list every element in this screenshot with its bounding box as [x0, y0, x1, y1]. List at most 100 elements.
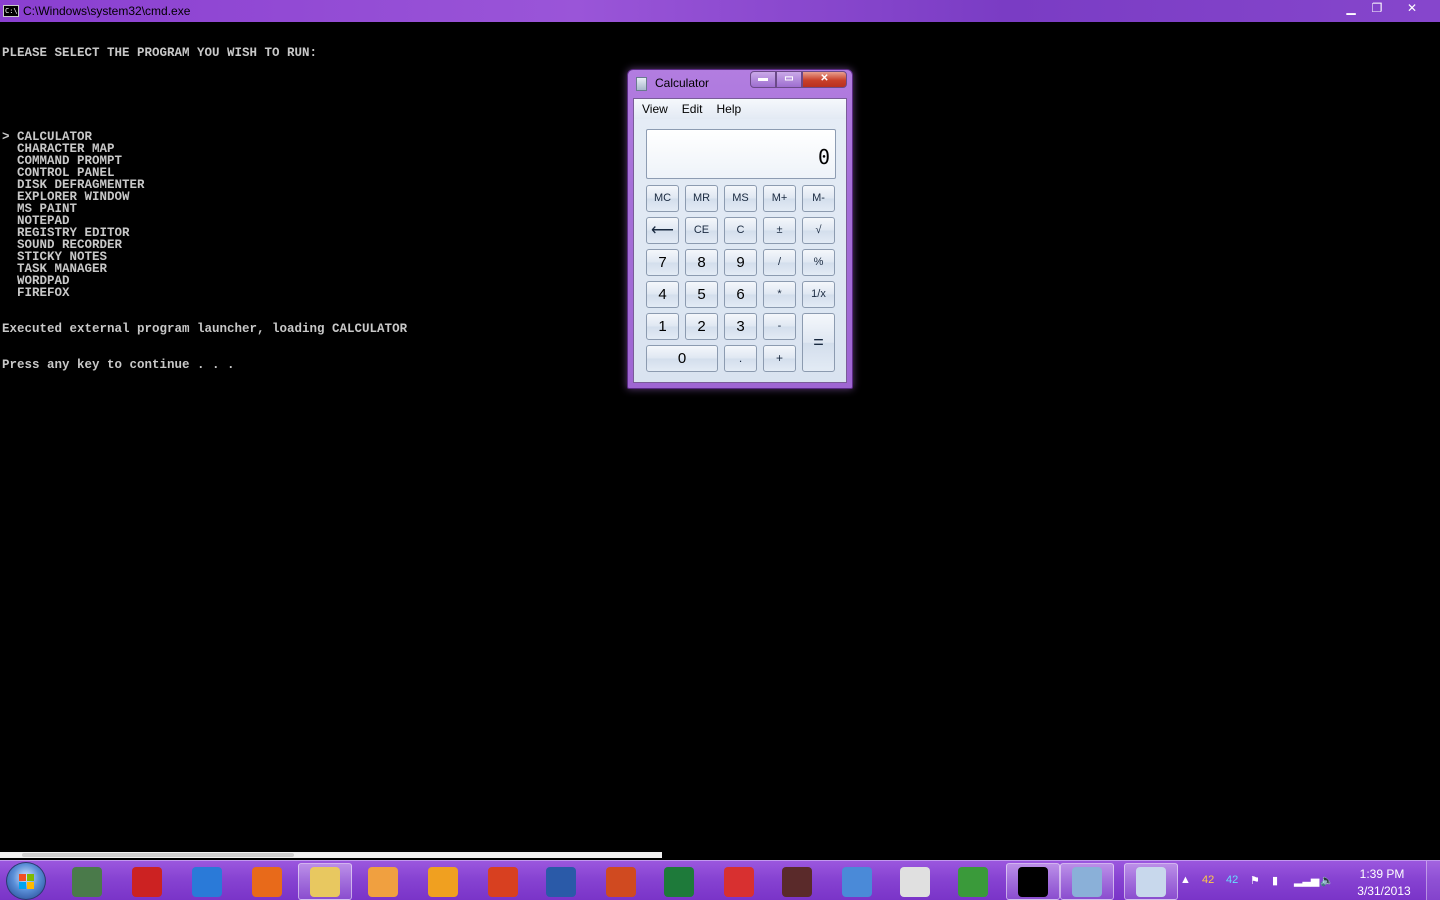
digit-9-button[interactable]: 9	[724, 249, 757, 276]
excel-icon	[664, 866, 694, 897]
calculator-title: Calculator	[655, 76, 710, 90]
paint-icon	[1072, 866, 1102, 897]
start-button[interactable]	[6, 862, 46, 900]
media-player-icon	[368, 866, 398, 897]
firefox-icon	[252, 866, 282, 897]
taskbar-item-system-monitor[interactable]	[60, 863, 114, 900]
taskbar-item-user-app[interactable]	[830, 863, 884, 900]
ce-button[interactable]: CE	[685, 217, 718, 244]
calculator-maximize-button[interactable]: ▭	[776, 71, 802, 88]
join-me-icon	[428, 866, 458, 897]
show-desktop-button[interactable]	[1426, 861, 1440, 900]
digit-5-button[interactable]: 5	[685, 281, 718, 308]
office-icon	[488, 866, 518, 897]
tray-counter-2[interactable]: 42	[1226, 874, 1238, 886]
taskbar: ▲ 42 42 ⚑ ▮ ▂▃▅ 🔈 1:39 PM 3/31/2013	[0, 860, 1440, 900]
multiply-button[interactable]: *	[763, 281, 796, 308]
calculator-titlebar[interactable]: Calculator ▬ ▭ ✕	[628, 70, 852, 96]
media-tool-icon	[132, 866, 162, 897]
tray-counter-1[interactable]: 42	[1202, 874, 1214, 886]
calculator-icon	[1136, 866, 1166, 897]
digit-4-button[interactable]: 4	[646, 281, 679, 308]
m-minus-button[interactable]: M-	[802, 185, 835, 212]
divide-button[interactable]: /	[763, 249, 796, 276]
power-icon[interactable]: ▮	[1272, 874, 1278, 887]
clock-date[interactable]: 3/31/2013	[1352, 884, 1416, 898]
cmd-window-titlebar[interactable]: C:\ C:\Windows\system32\cmd.exe ▁ ❐ ✕	[0, 0, 1440, 22]
network-icon[interactable]: ▂▃▅	[1294, 874, 1319, 887]
ms-button[interactable]: MS	[724, 185, 757, 212]
digit-8-button[interactable]: 8	[685, 249, 718, 276]
taskbar-item-paint[interactable]	[1060, 863, 1114, 900]
calculator-window[interactable]: Calculator ▬ ▭ ✕ View Edit Help 0 MC MR …	[627, 69, 853, 389]
digit-6-button[interactable]: 6	[724, 281, 757, 308]
cmd-icon: C:\	[3, 5, 19, 17]
digit-1-button[interactable]: 1	[646, 313, 679, 340]
solitaire-icon	[900, 866, 930, 897]
calculator-minimize-button[interactable]: ▬	[750, 71, 776, 88]
close-button[interactable]: ✕	[1390, 0, 1434, 18]
volume-icon[interactable]: 🔈	[1320, 874, 1334, 887]
taskbar-item-media-tool[interactable]	[120, 863, 174, 900]
mr-button[interactable]: MR	[685, 185, 718, 212]
taskbar-item-chrome[interactable]	[946, 863, 1000, 900]
menu-edit[interactable]: Edit	[674, 99, 709, 119]
audio-app-icon	[724, 866, 754, 897]
mc-button[interactable]: MC	[646, 185, 679, 212]
add-button[interactable]: +	[763, 345, 796, 372]
taskbar-item-media-player[interactable]	[356, 863, 410, 900]
cmd-window-title: C:\Windows\system32\cmd.exe	[23, 4, 191, 18]
horizontal-scrollbar[interactable]	[0, 852, 662, 858]
taskbar-item-join-me[interactable]	[416, 863, 470, 900]
reciprocal-button[interactable]: 1/x	[802, 281, 835, 308]
powerpoint-icon	[606, 866, 636, 897]
display-value: 0	[817, 145, 830, 169]
cmd-icon	[1018, 866, 1048, 897]
digit-0-button[interactable]: 0	[646, 345, 718, 372]
backspace-button[interactable]: ⟵	[646, 217, 679, 244]
sqrt-button[interactable]: √	[802, 217, 835, 244]
console-header: PLEASE SELECT THE PROGRAM YOU WISH TO RU…	[2, 46, 318, 60]
digit-7-button[interactable]: 7	[646, 249, 679, 276]
equals-button[interactable]: =	[802, 313, 835, 372]
taskbar-item-windows-explorer[interactable]	[298, 863, 352, 900]
scrollbar-thumb[interactable]	[22, 853, 294, 857]
maximize-button[interactable]: ❐	[1364, 0, 1390, 18]
taskbar-item-video-app[interactable]	[770, 863, 824, 900]
clear-button[interactable]: C	[724, 217, 757, 244]
taskbar-item-calculator[interactable]	[1124, 863, 1178, 900]
taskbar-item-internet-explorer[interactable]	[180, 863, 234, 900]
video-app-icon	[782, 866, 812, 897]
calculator-body: View Edit Help 0 MC MR MS M+ M- ⟵ CE C ±…	[633, 98, 847, 383]
taskbar-item-excel[interactable]	[652, 863, 706, 900]
taskbar-item-office[interactable]	[476, 863, 530, 900]
taskbar-item-word[interactable]	[534, 863, 588, 900]
user-app-icon	[842, 866, 872, 897]
menu-view[interactable]: View	[634, 99, 674, 119]
calculator-icon	[636, 77, 647, 91]
taskbar-item-audio-app[interactable]	[712, 863, 766, 900]
action-center-flag-icon[interactable]: ⚑	[1250, 874, 1260, 887]
internet-explorer-icon	[192, 866, 222, 897]
menu-help[interactable]: Help	[708, 99, 747, 119]
percent-button[interactable]: %	[802, 249, 835, 276]
taskbar-item-solitaire[interactable]	[888, 863, 942, 900]
windows-explorer-icon	[310, 866, 340, 897]
m-plus-button[interactable]: M+	[763, 185, 796, 212]
subtract-button[interactable]: -	[763, 313, 796, 340]
chrome-icon	[958, 866, 988, 897]
taskbar-item-powerpoint[interactable]	[594, 863, 648, 900]
taskbar-item-firefox[interactable]	[240, 863, 294, 900]
calculator-menubar: View Edit Help	[634, 99, 846, 119]
system-tray: ▲ 42 42 ⚑ ▮ ▂▃▅ 🔈 1:39 PM 3/31/2013	[1180, 861, 1440, 900]
calculator-close-button[interactable]: ✕	[802, 71, 847, 88]
minimize-button[interactable]: ▁	[1338, 0, 1364, 18]
taskbar-item-cmd[interactable]	[1006, 863, 1060, 900]
decimal-button[interactable]: .	[724, 345, 757, 372]
plus-minus-button[interactable]: ±	[763, 217, 796, 244]
show-hidden-icons-icon[interactable]: ▲	[1180, 874, 1191, 886]
digit-2-button[interactable]: 2	[685, 313, 718, 340]
calculator-display: 0	[646, 129, 836, 179]
clock-time[interactable]: 1:39 PM	[1352, 867, 1412, 881]
digit-3-button[interactable]: 3	[724, 313, 757, 340]
